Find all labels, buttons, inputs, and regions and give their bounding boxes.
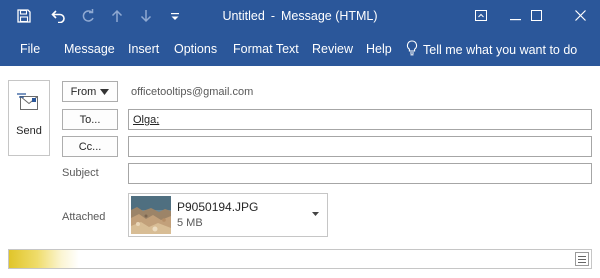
to-recipient[interactable]: Olga; [133, 114, 159, 126]
attached-label: Attached [62, 211, 106, 223]
tab-message[interactable]: Message [64, 42, 115, 56]
close-icon [574, 9, 586, 24]
tab-file[interactable]: File [20, 42, 40, 56]
ribbon-display-options-icon [475, 9, 487, 24]
subject-label: Subject [62, 167, 99, 179]
undo-icon[interactable] [49, 6, 69, 26]
window-title-type: Message (HTML) [281, 9, 378, 23]
to-button[interactable]: To... [62, 109, 118, 130]
expand-body-icon[interactable] [575, 252, 589, 266]
tell-me-label: Tell me what you want to do [423, 42, 578, 57]
cc-field[interactable] [128, 136, 592, 157]
body-highlight [9, 250, 79, 268]
save-icon[interactable] [14, 6, 34, 26]
subject-field[interactable] [128, 163, 592, 184]
to-button-label: To... [79, 113, 101, 126]
cc-button[interactable]: Cc... [62, 136, 118, 157]
window-title-separator: - [270, 9, 275, 23]
attachment-thumbnail [131, 196, 171, 234]
tell-me-search[interactable]: Tell me what you want to do [406, 40, 577, 59]
customize-qat-icon[interactable] [165, 6, 185, 26]
attachment-name: P9050194.JPG [177, 200, 259, 214]
tab-format-text[interactable]: Format Text [233, 42, 299, 56]
attachment-size: 5 MB [177, 217, 203, 229]
attachment-card[interactable]: P9050194.JPG 5 MB [128, 193, 328, 237]
from-button[interactable]: From [62, 81, 118, 102]
down-arrow-icon[interactable] [136, 6, 156, 26]
to-field[interactable]: Olga; [128, 109, 592, 130]
up-arrow-icon[interactable] [107, 6, 127, 26]
restore-button[interactable] [516, 0, 556, 33]
title-bar: Untitled - Message (HTML) [0, 0, 600, 33]
from-address: officetooltips@gmail.com [131, 86, 254, 98]
tab-review[interactable]: Review [312, 42, 353, 56]
tab-options[interactable]: Options [174, 42, 217, 56]
chevron-down-icon [100, 86, 110, 98]
from-button-label: From [70, 85, 97, 98]
restore-icon [530, 9, 542, 24]
cc-button-label: Cc... [78, 140, 102, 153]
tab-help[interactable]: Help [366, 42, 392, 56]
send-button[interactable]: Send [8, 80, 50, 156]
send-label: Send [16, 125, 42, 137]
attachment-dropdown-icon[interactable] [312, 208, 319, 218]
window-title-document: Untitled [222, 9, 265, 23]
lightbulb-icon [406, 40, 418, 59]
tab-insert[interactable]: Insert [128, 42, 159, 56]
redo-icon[interactable] [78, 6, 98, 26]
compose-area: Send From officetooltips@gmail.com To...… [0, 66, 600, 278]
ribbon-tabs: File Message Insert Options Format Text … [0, 33, 600, 66]
message-body[interactable] [8, 249, 592, 269]
send-icon [17, 91, 41, 116]
close-button[interactable] [560, 0, 600, 33]
